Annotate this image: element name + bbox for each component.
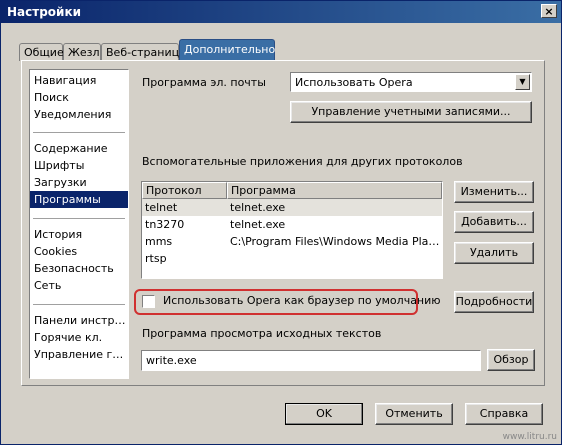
default-browser-checkbox[interactable]	[142, 295, 155, 308]
nav-item-history[interactable]: История	[30, 226, 128, 243]
advanced-panel: Навигация Поиск Уведомления Содержание Ш…	[21, 60, 545, 386]
protocols-table: Протокол Программа telnet telnet.exe tn3…	[141, 181, 443, 279]
tab-advanced[interactable]: Дополнительно	[179, 39, 275, 61]
nav-item-downloads[interactable]: Загрузки	[30, 174, 128, 191]
details-button[interactable]: Подробности	[454, 291, 534, 313]
source-viewer-value: write.exe	[146, 354, 197, 367]
nav-divider	[33, 132, 125, 133]
program-cell: telnet.exe	[230, 218, 286, 231]
program-cell: C:\Program Files\Windows Media Player\..…	[230, 235, 440, 248]
nav-group-browsing: Навигация Поиск Уведомления	[30, 72, 128, 123]
nav-item-fonts[interactable]: Шрифты	[30, 157, 128, 174]
nav-group-content: Содержание Шрифты Загрузки Программы	[30, 140, 128, 208]
nav-group-privacy: История Cookies Безопасность Сеть	[30, 226, 128, 294]
protocol-cell: tn3270	[145, 218, 185, 231]
nav-item-content[interactable]: Содержание	[30, 140, 128, 157]
email-program-select[interactable]: Использовать Opera ▼	[290, 72, 532, 92]
nav-item-shortcuts[interactable]: Горячие кл.	[30, 329, 128, 346]
column-header-program[interactable]: Программа	[227, 182, 442, 199]
chevron-down-icon[interactable]: ▼	[515, 74, 530, 90]
nav-divider	[33, 218, 125, 219]
source-viewer-input[interactable]: write.exe	[141, 350, 481, 371]
manage-accounts-button[interactable]: Управление учетными записями...	[290, 101, 532, 123]
column-header-protocol[interactable]: Протокол	[142, 182, 227, 199]
protocol-cell: rtsp	[145, 252, 167, 265]
close-button[interactable]: ×	[541, 4, 557, 18]
edit-button[interactable]: Изменить...	[454, 181, 534, 203]
nav-divider	[33, 304, 125, 305]
table-header: Протокол Программа	[142, 182, 442, 199]
close-icon: ×	[544, 5, 554, 18]
protocol-cell: telnet	[145, 201, 178, 214]
nav-item-search[interactable]: Поиск	[30, 89, 128, 106]
title-bar[interactable]: Настройки ×	[1, 1, 561, 23]
protocols-label: Вспомогательные приложения для других пр…	[142, 155, 463, 168]
nav-item-toolbars[interactable]: Панели инструм...	[30, 312, 128, 329]
email-program-value: Использовать Opera	[295, 76, 413, 89]
nav-item-navigation[interactable]: Навигация	[30, 72, 128, 89]
email-label: Программа эл. почты	[142, 76, 266, 89]
nav-item-network[interactable]: Сеть	[30, 277, 128, 294]
program-cell: telnet.exe	[230, 201, 286, 214]
help-button[interactable]: Справка	[465, 403, 543, 425]
protocol-cell: mms	[145, 235, 173, 248]
nav-item-notifications[interactable]: Уведомления	[30, 106, 128, 123]
window-title: Настройки	[7, 5, 82, 19]
nav-item-voice[interactable]: Управление гол...	[30, 346, 128, 363]
nav-group-misc: Панели инструм... Горячие кл. Управление…	[30, 312, 128, 363]
table-row[interactable]: telnet telnet.exe	[142, 199, 442, 216]
nav-item-security[interactable]: Безопасность	[30, 260, 128, 277]
cancel-button[interactable]: Отменить	[375, 403, 453, 425]
add-button[interactable]: Добавить...	[454, 211, 534, 233]
table-row[interactable]: rtsp	[142, 250, 442, 267]
delete-button[interactable]: Удалить	[454, 242, 534, 264]
watermark: www.litru.ru	[502, 432, 557, 442]
table-row[interactable]: tn3270 telnet.exe	[142, 216, 442, 233]
tab-web-pages[interactable]: Веб-страницы	[101, 43, 188, 61]
category-list: Навигация Поиск Уведомления Содержание Ш…	[29, 69, 129, 379]
nav-item-cookies[interactable]: Cookies	[30, 243, 128, 260]
nav-item-programs[interactable]: Программы	[30, 191, 128, 208]
table-row[interactable]: mms C:\Program Files\Windows Media Playe…	[142, 233, 442, 250]
tab-general[interactable]: Общие	[19, 43, 64, 61]
source-viewer-label: Программа просмотра исходных текстов	[142, 327, 382, 340]
ok-button[interactable]: OK	[285, 403, 363, 425]
settings-dialog: Настройки × Общие Жезл Веб-страницы Допо…	[0, 0, 562, 445]
default-browser-label[interactable]: Использовать Opera как браузер по умолча…	[163, 294, 441, 307]
tab-wand[interactable]: Жезл	[63, 43, 101, 61]
browse-button[interactable]: Обзор	[487, 349, 535, 371]
